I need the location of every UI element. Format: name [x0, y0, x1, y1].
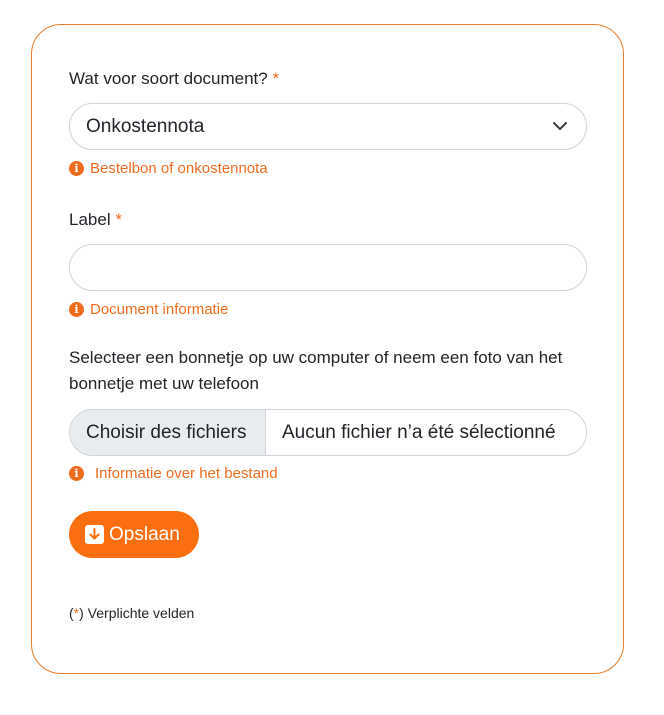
label-field-label: Label *: [69, 210, 122, 230]
upload-description: Selecteer een bonnetje op uw computer of…: [69, 348, 563, 393]
chevron-down-icon: [553, 122, 567, 130]
file-upload-input[interactable]: Choisir des fichiers Aucun fichier n’a é…: [69, 409, 587, 456]
document-form-card: Wat voor soort document? * Onkostennota …: [31, 24, 624, 674]
doctype-label-text: Wat voor soort document?: [69, 69, 268, 88]
doctype-select[interactable]: Onkostennota: [69, 103, 587, 150]
file-status-text: Aucun fichier n’a été sélectionné: [282, 422, 556, 443]
doctype-label: Wat voor soort document? *: [69, 69, 279, 89]
required-mark: *: [115, 210, 122, 229]
doctype-select-value: Onkostennota: [86, 116, 205, 137]
label-hint-text: Document informatie: [90, 301, 229, 318]
upload-hint-text: Informatie over het bestand: [95, 465, 278, 482]
info-icon: i: [69, 302, 84, 317]
footnote-text: Verplichte velden: [83, 605, 195, 621]
label-input[interactable]: [69, 244, 587, 291]
required-mark: *: [272, 69, 280, 88]
choose-files-button[interactable]: Choisir des fichiers: [70, 410, 266, 455]
save-button-label: Opslaan: [109, 523, 180, 545]
doctype-hint: i Bestelbon of onkostennota: [69, 160, 268, 177]
label-hint: i Document informatie: [69, 301, 228, 318]
info-icon: i: [69, 161, 84, 176]
download-save-icon: [85, 525, 104, 544]
upload-hint: i Informatie over het bestand: [69, 465, 278, 482]
label-field-label-text: Label: [69, 210, 111, 229]
required-fields-note: (*) Verplichte velden: [69, 605, 194, 621]
save-button[interactable]: Opslaan: [69, 511, 199, 558]
info-icon: i: [69, 466, 84, 481]
doctype-hint-text: Bestelbon of onkostennota: [90, 160, 268, 177]
